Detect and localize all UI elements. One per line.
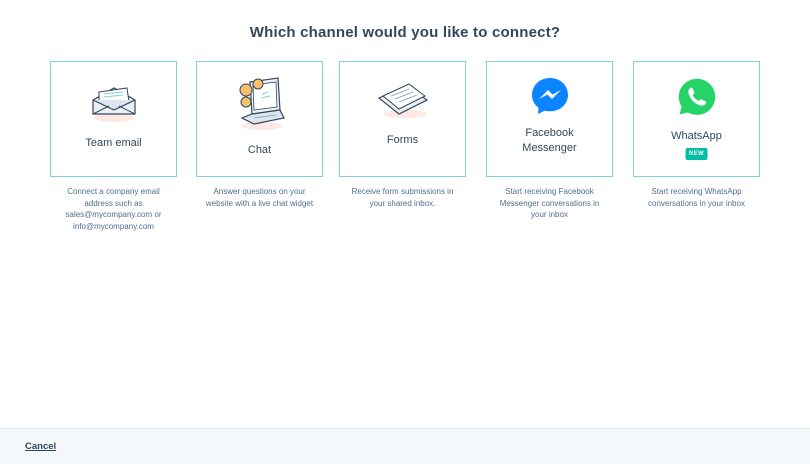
- chat-description: Answer questions on your website with a …: [205, 187, 314, 208]
- channel-whatsapp: WhatsApp NEW Start receiving WhatsApp co…: [633, 61, 760, 209]
- forms-label: Forms: [386, 134, 419, 146]
- forms-card[interactable]: Forms: [339, 61, 466, 177]
- new-badge: NEW: [685, 148, 708, 160]
- facebook-messenger-description: Start receiving Facebook Messenger conve…: [499, 187, 600, 219]
- channel-chat: Chat Answer questions on your website wi…: [196, 61, 323, 209]
- channel-forms: Forms Receive form submissions in your s…: [339, 61, 466, 209]
- whatsapp-card[interactable]: WhatsApp NEW: [633, 61, 760, 177]
- facebook-messenger-label: Facebook Messenger: [487, 126, 612, 156]
- cancel-link[interactable]: Cancel: [25, 441, 56, 452]
- laptop-chat-icon: [197, 74, 322, 132]
- team-email-card[interactable]: Team email: [50, 61, 177, 177]
- page-title: Which channel would you like to connect?: [249, 24, 561, 41]
- chat-card[interactable]: Chat: [196, 61, 323, 177]
- chat-label: Chat: [247, 144, 272, 156]
- whatsapp-description: Start receiving WhatsApp conversations i…: [648, 187, 745, 208]
- channel-team-email: Team email Connect a company email addre…: [50, 61, 177, 232]
- team-email-description: Connect a company email address such as …: [65, 187, 162, 231]
- facebook-messenger-card[interactable]: Facebook Messenger: [486, 61, 613, 177]
- team-email-label: Team email: [85, 137, 142, 149]
- messenger-icon: [487, 76, 612, 116]
- whatsapp-icon: [634, 75, 759, 119]
- whatsapp-label: WhatsApp: [671, 130, 722, 142]
- facebook-messenger-label-line2: Messenger: [522, 142, 577, 154]
- forms-description: Receive form submissions in your shared …: [351, 187, 454, 208]
- facebook-messenger-label-line1: Facebook: [525, 127, 574, 139]
- channel-facebook-messenger: Facebook Messenger Start receiving Faceb…: [486, 61, 613, 221]
- envelope-icon: [51, 82, 176, 124]
- footer-bar: Cancel: [0, 428, 810, 464]
- forms-icon: [340, 82, 465, 120]
